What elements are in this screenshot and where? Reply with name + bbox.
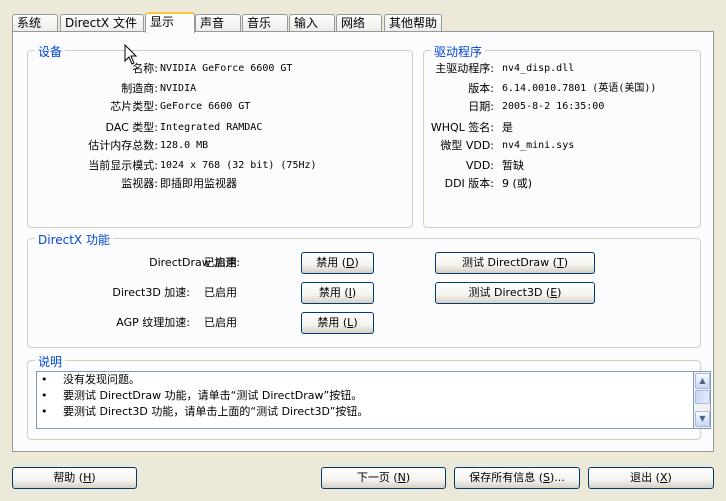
help-button[interactable]: 帮助 (H) — [12, 467, 137, 489]
display-mode-value: 1024 x 768 (32 bit) (75Hz) — [160, 160, 317, 171]
disable-directdraw-button[interactable]: 禁用 (D) — [301, 252, 374, 274]
notes-scrollbar[interactable]: ▲ ▼ — [694, 371, 711, 429]
mini-vdd-value: nv4_mini.sys — [502, 140, 575, 151]
device-group-title: 设备 — [35, 43, 66, 60]
driver-row-main: 主驱动程序: nv4_disp.dll — [424, 61, 702, 77]
device-row-memory: 估计内存总数: 128.0 MB — [28, 138, 414, 154]
tab-directx-files[interactable]: DirectX 文件 — [60, 14, 144, 32]
list-item: • 没有发现问题。 — [41, 373, 140, 386]
device-row-chip: 芯片类型: GeForce 6600 GT — [28, 99, 414, 115]
device-row-manufacturer: 制造商: NVIDIA — [28, 81, 414, 97]
tab-more-help[interactable]: 其他帮助 — [384, 14, 442, 32]
device-group: 设备 名称: NVIDIA GeForce 6600 GT 制造商: NVIDI… — [27, 43, 414, 228]
directdraw-row: DirectDraw 加速: 已启用 — [28, 255, 288, 271]
next-page-button[interactable]: 下一页 (N) — [321, 467, 446, 489]
vdd-value: 暂缺 — [502, 159, 524, 172]
tab-sound[interactable]: 声音 — [195, 14, 241, 32]
memory-label: 估计内存总数: — [88, 139, 158, 152]
notes-title: 说明 — [35, 353, 66, 370]
manufacturer-value: NVIDIA — [160, 83, 197, 94]
main-driver-label: 主驱动程序: — [435, 62, 494, 75]
mini-vdd-label: 微型 VDD: — [440, 139, 494, 152]
date-value: 2005-8-2 16:35:00 — [502, 101, 605, 112]
disable-direct3d-button[interactable]: 禁用 (I) — [301, 282, 374, 304]
tab-display[interactable]: 显示 — [145, 12, 195, 33]
vdd-label: VDD: — [465, 159, 494, 172]
device-name-label: 名称: — [132, 62, 158, 75]
direct3d-status: 已启用 — [204, 286, 237, 299]
test-directdraw-button[interactable]: 测试 DirectDraw (T) — [435, 252, 595, 274]
display-tab-panel: 设备 名称: NVIDIA GeForce 6600 GT 制造商: NVIDI… — [12, 31, 714, 452]
list-item: • 要测试 Direct3D 功能，请单击上面的“测试 Direct3D”按钮。 — [41, 405, 369, 418]
manufacturer-label: 制造商: — [121, 82, 158, 95]
scroll-thumb[interactable] — [695, 390, 710, 404]
device-row-name: 名称: NVIDIA GeForce 6600 GT — [28, 61, 414, 77]
driver-row-version: 版本: 6.14.0010.7801 (英语(美国)) — [424, 81, 702, 97]
exit-button[interactable]: 退出 (X) — [588, 467, 714, 489]
tab-system[interactable]: 系统 — [12, 14, 58, 32]
driver-row-whql: WHQL 签名: 是 — [424, 120, 702, 136]
version-label: 版本: — [468, 82, 494, 95]
driver-row-ddi: DDI 版本: 9 (或) — [424, 176, 702, 192]
scroll-down-arrow-icon[interactable]: ▼ — [695, 411, 710, 427]
device-row-display-mode: 当前显示模式: 1024 x 768 (32 bit) (75Hz) — [28, 158, 414, 174]
direct3d-row: Direct3D 加速: 已启用 — [28, 285, 288, 301]
list-item: • 要测试 DirectDraw 功能，请单击“测试 DirectDraw”按钮。 — [41, 389, 363, 402]
driver-group: 驱动程序 主驱动程序: nv4_disp.dll 版本: 6.14.0010.7… — [423, 43, 702, 228]
disable-agp-button[interactable]: 禁用 (L) — [301, 312, 374, 334]
memory-value: 128.0 MB — [160, 140, 209, 151]
test-direct3d-button[interactable]: 测试 Direct3D (E) — [435, 282, 595, 304]
driver-group-title: 驱动程序 — [431, 43, 486, 60]
agp-label: AGP 纹理加速: — [116, 316, 190, 329]
notes-list[interactable]: • 没有发现问题。 • 要测试 DirectDraw 功能，请单击“测试 Direc… — [36, 371, 694, 429]
version-value: 6.14.0010.7801 (英语(美国)) — [502, 83, 657, 94]
driver-row-mini-vdd: 微型 VDD: nv4_mini.sys — [424, 138, 702, 154]
direct3d-label: Direct3D 加速: — [112, 286, 190, 299]
save-all-info-button[interactable]: 保存所有信息 (S)... — [454, 467, 580, 489]
ddi-version-value: 9 (或) — [502, 177, 533, 190]
directx-features-group: DirectX 功能 DirectDraw 加速: 已启用 禁用 (D) 测试 … — [27, 231, 701, 348]
chip-type-value: GeForce 6600 GT — [160, 101, 251, 112]
agp-status: 已启用 — [204, 316, 237, 329]
device-row-monitor: 监视器: 即插即用监视器 — [28, 176, 414, 192]
device-name-value: NVIDIA GeForce 6600 GT — [160, 63, 293, 74]
notes-group: 说明 • 没有发现问题。 • 要测试 DirectDraw 功能，请单击“测试 Di… — [27, 353, 711, 440]
dac-type-label: DAC 类型: — [105, 121, 159, 134]
device-row-dac: DAC 类型: Integrated RAMDAC — [28, 120, 414, 136]
tab-music[interactable]: 音乐 — [242, 14, 288, 32]
date-label: 日期: — [468, 100, 494, 113]
driver-row-vdd: VDD: 暂缺 — [424, 158, 702, 174]
monitor-value: 即插即用监视器 — [160, 177, 237, 190]
directdraw-status: 已启用 — [204, 256, 237, 269]
tab-network[interactable]: 网络 — [336, 14, 382, 32]
directx-features-title: DirectX 功能 — [35, 231, 113, 248]
mouse-pointer-icon — [124, 44, 138, 65]
monitor-label: 监视器: — [121, 177, 158, 190]
driver-row-date: 日期: 2005-8-2 16:35:00 — [424, 99, 702, 115]
display-mode-label: 当前显示模式: — [88, 159, 158, 172]
whql-label: WHQL 签名: — [430, 121, 494, 134]
whql-value: 是 — [502, 121, 513, 134]
dac-type-value: Integrated RAMDAC — [160, 122, 263, 133]
scroll-up-arrow-icon[interactable]: ▲ — [695, 373, 710, 389]
ddi-version-label: DDI 版本: — [444, 177, 494, 190]
agp-row: AGP 纹理加速: 已启用 — [28, 315, 288, 331]
main-driver-value: nv4_disp.dll — [502, 63, 575, 74]
chip-type-label: 芯片类型: — [110, 100, 158, 113]
tab-input[interactable]: 输入 — [289, 14, 335, 32]
